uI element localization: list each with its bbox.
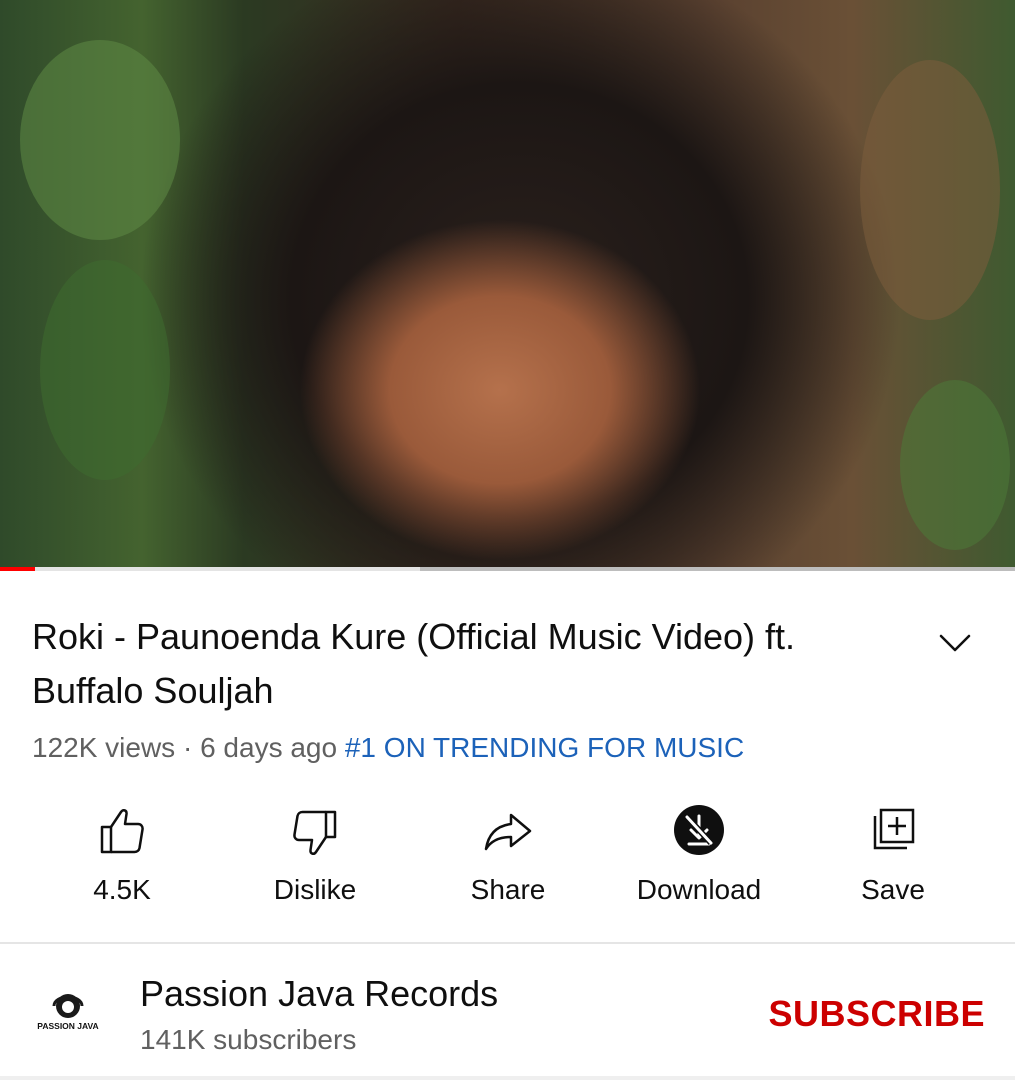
- download-label: Download: [636, 874, 762, 905]
- channel-avatar[interactable]: PASSION JAVA: [30, 978, 106, 1054]
- video-frame-background: [860, 60, 1000, 320]
- video-frame-foliage: [20, 40, 180, 240]
- thumbs-up-icon: [100, 809, 144, 854]
- channel-name[interactable]: Passion Java Records: [140, 972, 498, 1016]
- trending-badge[interactable]: #1 ON TRENDING FOR MUSIC: [345, 732, 744, 763]
- subscriber-count: 141K subscribers: [140, 1024, 357, 1055]
- share-arrow-icon: [484, 813, 532, 851]
- download-button[interactable]: Download: [604, 800, 794, 908]
- dislike-button[interactable]: Dislike: [220, 800, 410, 908]
- thumbs-down-icon: [293, 810, 337, 855]
- like-button[interactable]: 4.5K: [27, 800, 217, 908]
- share-button[interactable]: Share: [413, 800, 603, 908]
- like-count: 4.5K: [93, 874, 151, 905]
- channel-logo-text: PASSION JAVA: [37, 1021, 98, 1031]
- save-label: Save: [861, 874, 925, 905]
- subscribe-button[interactable]: SUBSCRIBE: [768, 992, 985, 1036]
- progress-bar[interactable]: [0, 567, 1015, 571]
- progress-buffered: [0, 567, 421, 571]
- progress-played: [0, 567, 35, 571]
- playlist-add-icon: [873, 808, 915, 850]
- upload-age: 6 days ago: [200, 732, 338, 763]
- meta-separator: ·: [175, 732, 201, 763]
- download-disabled-icon: [674, 805, 724, 855]
- dislike-label: Dislike: [273, 874, 357, 905]
- action-bar: 4.5K Dislike Share Download Save: [0, 800, 1015, 920]
- video-player[interactable]: [0, 0, 1015, 571]
- chevron-down-icon[interactable]: [932, 624, 978, 658]
- share-label: Share: [470, 874, 546, 905]
- section-divider: [0, 942, 1015, 944]
- bottom-divider: [0, 1076, 1015, 1080]
- view-count: 122K views: [32, 732, 176, 763]
- video-meta: 122K views · 6 days ago #1 ON TRENDING F…: [32, 730, 744, 766]
- video-frame-foliage: [900, 380, 1010, 550]
- save-button[interactable]: Save: [798, 800, 988, 908]
- video-title[interactable]: Roki - Paunoenda Kure (Official Music Vi…: [32, 610, 892, 718]
- video-frame-foliage: [40, 260, 170, 480]
